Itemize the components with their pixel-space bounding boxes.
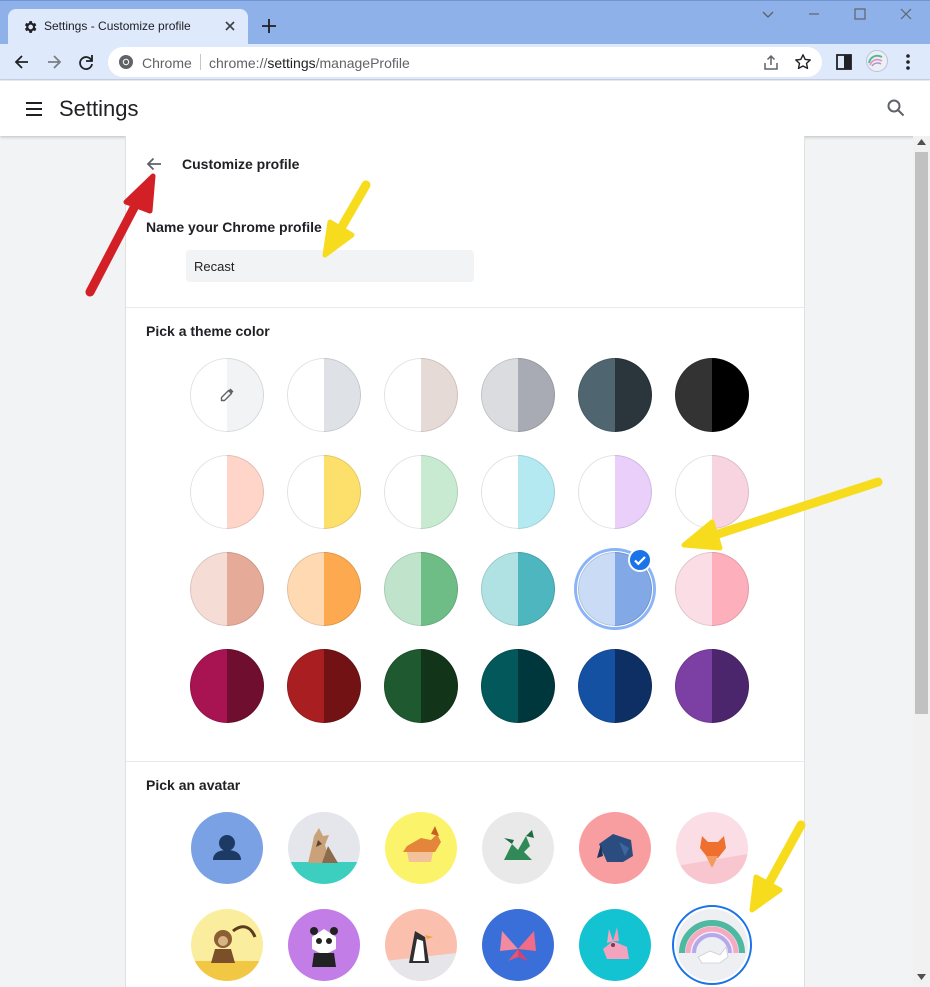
- avatar-origami-corgi[interactable]: [385, 812, 457, 884]
- scroll-down-arrow-icon[interactable]: [917, 974, 926, 980]
- avatar-origami-fox[interactable]: [676, 812, 748, 884]
- avatar-origami-cat[interactable]: [288, 812, 360, 884]
- page-scrollbar[interactable]: [913, 136, 930, 987]
- avatar-origami-monkey[interactable]: [191, 909, 263, 981]
- origami-rabbit-icon: [603, 927, 629, 959]
- theme-color-swatch-dark-green[interactable]: [384, 649, 458, 723]
- origami-corgi-icon: [403, 826, 441, 862]
- origami-unicorn-icon: [679, 920, 745, 964]
- new-tab-icon[interactable]: [260, 17, 278, 35]
- theme-color-swatch-custom-color[interactable]: [190, 358, 264, 432]
- theme-color-swatch-yellow-white[interactable]: [287, 455, 361, 529]
- maximize-icon: [854, 8, 866, 20]
- origami-dragon-icon: [504, 830, 534, 860]
- selected-check-icon: [628, 548, 652, 572]
- close-icon: [900, 8, 912, 20]
- settings-header: Settings: [0, 81, 930, 136]
- section-divider: [126, 307, 804, 308]
- bookmark-star-icon[interactable]: [794, 53, 812, 71]
- tab-settings[interactable]: Settings - Customize profile: [8, 9, 248, 45]
- origami-butterfly-icon: [500, 931, 536, 961]
- chrome-logo-icon: [119, 55, 133, 69]
- theme-color-swatch-warm-grey[interactable]: [384, 358, 458, 432]
- theme-color-swatch-beige-white[interactable]: [190, 455, 264, 529]
- scrollbar-thumb[interactable]: [915, 152, 928, 714]
- customize-profile-card: Customize profile Name your Chrome profi…: [125, 136, 805, 987]
- maximize-button[interactable]: [846, 7, 874, 27]
- theme-color-swatch-light-green[interactable]: [384, 552, 458, 626]
- theme-color-swatch-dark-red-orange[interactable]: [287, 649, 361, 723]
- origami-penguin-icon: [385, 931, 457, 981]
- url-path: /manageProfile: [315, 55, 410, 71]
- theme-color-swatch-light-teal-white[interactable]: [481, 455, 555, 529]
- theme-color-swatch-orange[interactable]: [287, 552, 361, 626]
- origami-monkey-icon: [191, 925, 263, 981]
- theme-color-swatch-midnight-blue[interactable]: [578, 358, 652, 432]
- gear-icon: [24, 21, 37, 33]
- tab-search-button[interactable]: [754, 7, 782, 27]
- section-divider: [126, 761, 804, 762]
- theme-color-swatch-light-teal[interactable]: [481, 552, 555, 626]
- theme-color-swatch-dark-pink-red[interactable]: [190, 649, 264, 723]
- avatar-origami-butterfly[interactable]: [482, 909, 554, 981]
- omnibox-separator: [200, 54, 201, 70]
- origami-fox-icon: [676, 836, 748, 884]
- avatar-generic-person[interactable]: [191, 812, 263, 884]
- avatar-origami-unicorn[interactable]: [676, 909, 748, 981]
- chevron-down-icon: [762, 11, 774, 18]
- scroll-up-arrow-icon[interactable]: [917, 139, 926, 145]
- omnibox-chip-label: Chrome: [142, 55, 192, 71]
- profile-avatar-icon[interactable]: [866, 50, 888, 72]
- profile-name-input[interactable]: [186, 250, 474, 282]
- avatar-origami-dragon[interactable]: [482, 812, 554, 884]
- theme-color-swatch-beige[interactable]: [190, 552, 264, 626]
- url-scheme: chrome://: [209, 55, 268, 71]
- hamburger-menu-icon[interactable]: [24, 99, 44, 119]
- tab-title: Settings - Customize profile: [44, 19, 191, 33]
- side-panel-icon[interactable]: [834, 52, 854, 72]
- theme-color-swatch-light-purple-white[interactable]: [578, 455, 652, 529]
- origami-elephant-icon: [597, 834, 633, 862]
- theme-color-swatch-default[interactable]: [287, 358, 361, 432]
- url-text: chrome://settings/manageProfile: [209, 55, 410, 71]
- generic-person-icon: [213, 835, 241, 860]
- theme-color-swatch-pink-white[interactable]: [675, 455, 749, 529]
- avatar-label: Pick an avatar: [146, 777, 241, 793]
- address-bar[interactable]: Chrome chrome://settings/manageProfile: [108, 47, 822, 77]
- origami-panda-icon: [310, 927, 338, 967]
- theme-color-swatch-pink[interactable]: [675, 552, 749, 626]
- subpage-title: Customize profile: [182, 156, 300, 172]
- theme-color-swatch-cool-grey[interactable]: [481, 358, 555, 432]
- back-icon[interactable]: [12, 52, 32, 72]
- url-host: settings: [267, 55, 316, 71]
- page-title: Settings: [59, 96, 139, 121]
- minimize-icon: [809, 13, 819, 15]
- reload-icon[interactable]: [76, 52, 96, 72]
- origami-cat-icon: [288, 828, 360, 884]
- theme-color-swatch-black[interactable]: [675, 358, 749, 432]
- avatar-origami-rabbit[interactable]: [579, 909, 651, 981]
- theme-color-swatch-purple[interactable]: [675, 649, 749, 723]
- back-arrow-icon[interactable]: [144, 154, 164, 174]
- minimize-button[interactable]: [800, 7, 828, 27]
- profile-name-label: Name your Chrome profile: [146, 219, 322, 235]
- avatar-origami-panda[interactable]: [288, 909, 360, 981]
- theme-color-swatch-green-white[interactable]: [384, 455, 458, 529]
- avatar-origami-penguin[interactable]: [385, 909, 457, 981]
- forward-icon[interactable]: [44, 52, 64, 72]
- theme-color-swatch-dark-blue[interactable]: [578, 649, 652, 723]
- browser-toolbar: Chrome chrome://settings/manageProfile: [0, 44, 930, 80]
- avatar-origami-elephant[interactable]: [579, 812, 651, 884]
- share-icon[interactable]: [762, 54, 780, 72]
- window-title-bar: Settings - Customize profile: [0, 0, 930, 45]
- theme-color-label: Pick a theme color: [146, 323, 270, 339]
- theme-color-swatch-dark-teal[interactable]: [481, 649, 555, 723]
- more-options-icon[interactable]: [898, 52, 918, 72]
- search-icon[interactable]: [886, 98, 906, 118]
- close-tab-icon[interactable]: [222, 18, 238, 34]
- eyedropper-icon: [220, 388, 234, 402]
- close-window-button[interactable]: [892, 7, 920, 27]
